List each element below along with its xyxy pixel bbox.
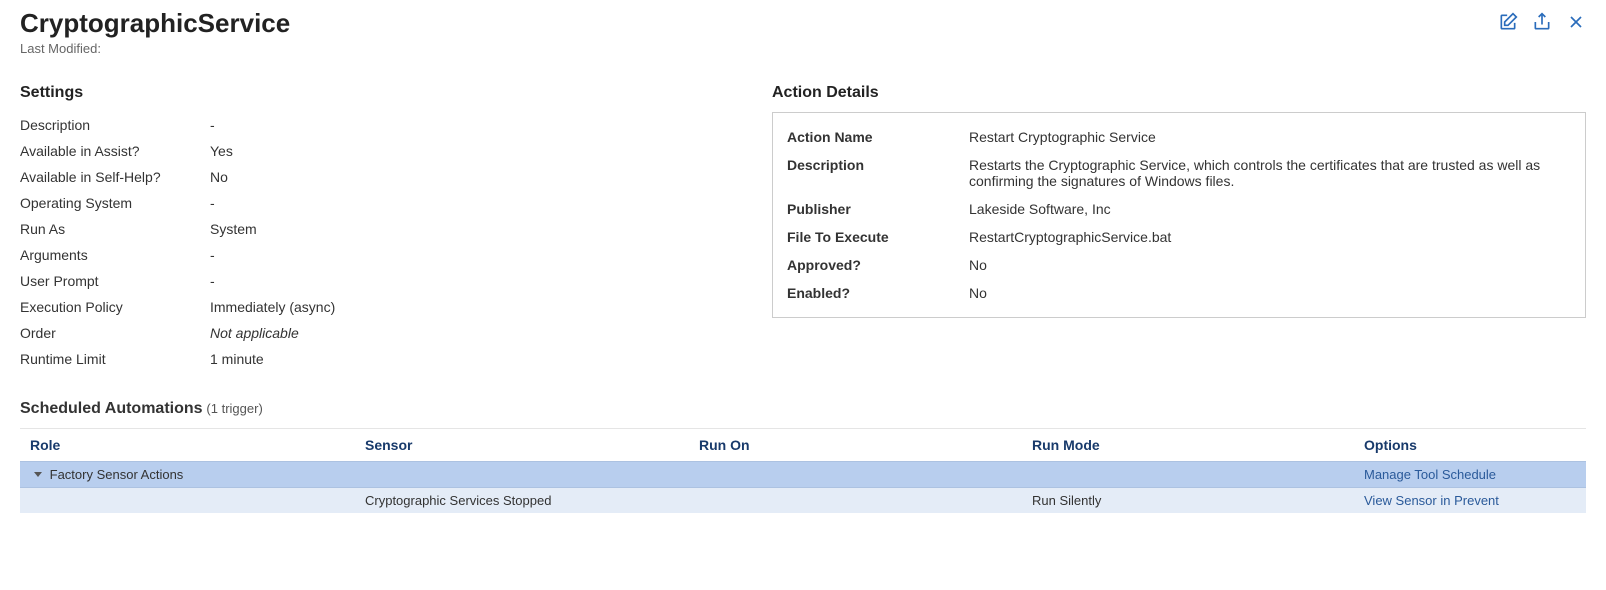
settings-description-label: Description <box>20 117 210 133</box>
action-approved-value: No <box>969 257 1571 273</box>
settings-userprompt-value: - <box>210 273 215 289</box>
export-icon[interactable] <box>1532 12 1552 35</box>
action-file-label: File To Execute <box>787 229 969 245</box>
action-enabled-label: Enabled? <box>787 285 969 301</box>
last-modified-label: Last Modified: <box>20 41 290 56</box>
col-options[interactable]: Options <box>1354 429 1586 461</box>
row-runon-value <box>689 488 1022 513</box>
page-title: CryptographicService <box>20 8 290 39</box>
group-role-value: Factory Sensor Actions <box>50 467 184 482</box>
settings-execpolicy-label: Execution Policy <box>20 299 210 315</box>
view-sensor-prevent-link[interactable]: View Sensor in Prevent <box>1364 493 1499 508</box>
settings-selfhelp-value: No <box>210 169 228 185</box>
settings-os-label: Operating System <box>20 195 210 211</box>
group-row[interactable]: Factory Sensor Actions Manage Tool Sched… <box>20 461 1586 488</box>
settings-os-value: - <box>210 195 215 211</box>
settings-description-value: - <box>210 117 215 133</box>
settings-arguments-value: - <box>210 247 215 263</box>
col-sensor[interactable]: Sensor <box>355 429 689 461</box>
col-runon[interactable]: Run On <box>689 429 1022 461</box>
scheduled-heading: Scheduled Automations <box>20 400 203 417</box>
action-name-value: Restart Cryptographic Service <box>969 129 1571 145</box>
action-enabled-value: No <box>969 285 1571 301</box>
action-description-value: Restarts the Cryptographic Service, whic… <box>969 157 1571 189</box>
action-file-value: RestartCryptographicService.bat <box>969 229 1571 245</box>
settings-runtimelimit-label: Runtime Limit <box>20 351 210 367</box>
settings-runtimelimit-value: 1 minute <box>210 351 264 367</box>
manage-tool-schedule-link[interactable]: Manage Tool Schedule <box>1364 467 1496 482</box>
row-runmode-value: Run Silently <box>1022 488 1354 513</box>
settings-assist-value: Yes <box>210 143 233 159</box>
settings-userprompt-label: User Prompt <box>20 273 210 289</box>
trigger-count: (1 trigger) <box>206 401 262 416</box>
action-description-label: Description <box>787 157 969 189</box>
settings-runas-label: Run As <box>20 221 210 237</box>
settings-order-label: Order <box>20 325 210 341</box>
expand-caret-icon[interactable] <box>34 472 42 477</box>
action-publisher-value: Lakeside Software, Inc <box>969 201 1571 217</box>
settings-runas-value: System <box>210 221 257 237</box>
settings-assist-label: Available in Assist? <box>20 143 210 159</box>
settings-execpolicy-value: Immediately (async) <box>210 299 335 315</box>
settings-order-value: Not applicable <box>210 325 299 341</box>
table-row[interactable]: Cryptographic Services Stopped Run Silen… <box>20 488 1586 513</box>
close-icon[interactable] <box>1566 12 1586 35</box>
edit-icon[interactable] <box>1498 12 1518 35</box>
settings-heading: Settings <box>20 84 772 102</box>
action-details-box: Action NameRestart Cryptographic Service… <box>772 112 1586 318</box>
action-name-label: Action Name <box>787 129 969 145</box>
scheduled-grid: Role Sensor Run On Run Mode Options Fact… <box>20 428 1586 513</box>
action-publisher-label: Publisher <box>787 201 969 217</box>
settings-arguments-label: Arguments <box>20 247 210 263</box>
settings-selfhelp-label: Available in Self-Help? <box>20 169 210 185</box>
col-runmode[interactable]: Run Mode <box>1022 429 1354 461</box>
action-approved-label: Approved? <box>787 257 969 273</box>
col-role[interactable]: Role <box>20 429 355 461</box>
action-details-heading: Action Details <box>772 84 1586 102</box>
row-sensor-value: Cryptographic Services Stopped <box>355 488 689 513</box>
